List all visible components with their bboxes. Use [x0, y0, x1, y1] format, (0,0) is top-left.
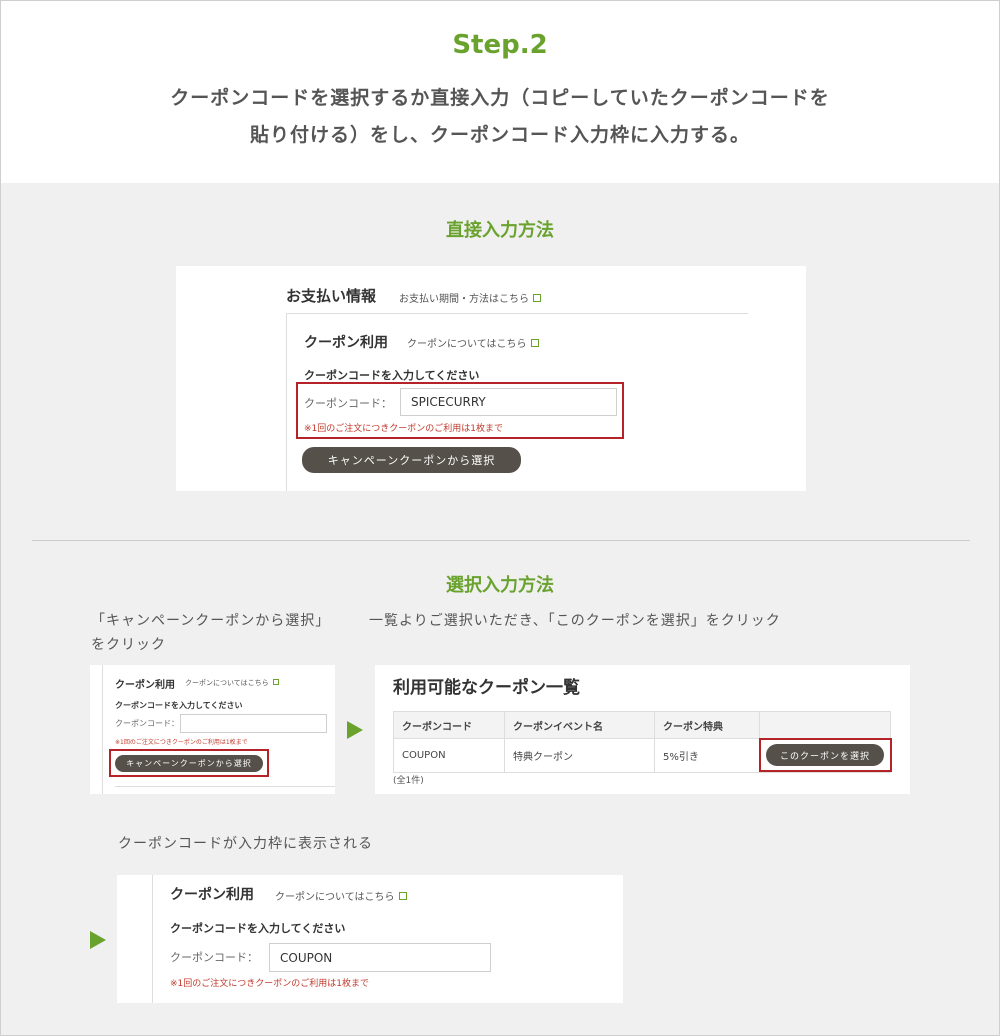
small-coupon-title: クーポン利用 — [115, 680, 175, 691]
coupon-select-panel: クーポン利用 クーポンについてはこちら クーポンコードを入力してください クーポ… — [90, 665, 335, 794]
result-field-label: クーポンコード： — [170, 951, 258, 964]
caption-right: 一覧よりご選択いただき、「このクーポンを選択」をクリック — [369, 613, 781, 629]
campaign-coupon-button[interactable]: キャンペーンクーポンから選択 — [302, 447, 521, 473]
coupon-count: (全1件) — [393, 776, 424, 786]
divider — [152, 875, 153, 1003]
coupon-field-label: クーポンコード： — [304, 397, 392, 410]
table-header-row: クーポンコード クーポンイベント名 クーポン特典 — [393, 711, 891, 739]
payment-title: お支払い情報 — [286, 287, 377, 305]
select-method-title: 選択入力方法 — [446, 575, 554, 596]
divider — [286, 313, 748, 314]
small-coupon-link-label: クーポンについてはこちら — [185, 679, 269, 687]
coupon-list-panel: 利用可能なクーポン一覧 クーポンコード クーポンイベント名 クーポン特典 COU… — [375, 665, 910, 794]
result-caption: クーポンコードが入力枠に表示される — [118, 836, 373, 852]
play-arrow-icon — [90, 931, 106, 949]
result-coupon-input[interactable]: COUPON — [269, 943, 491, 972]
small-campaign-button[interactable]: キャンペーンクーポンから選択 — [115, 755, 263, 772]
external-link-icon — [533, 294, 541, 302]
result-panel: クーポン利用 クーポンについてはこちら クーポンコードを入力してください クーポ… — [117, 875, 623, 1003]
column-header: クーポンコード — [393, 711, 505, 739]
column-header: クーポンイベント名 — [504, 711, 655, 739]
caption-left-line-1: 「キャンペーンクーポンから選択」 — [91, 613, 331, 629]
caption-left-line-2: をクリック — [91, 637, 166, 653]
result-prompt: クーポンコードを入力してください — [170, 922, 346, 935]
coupon-limit-note: ※1回のご注文につきクーポンのご利用は1枚まで — [304, 424, 503, 434]
coupon-prompt: クーポンコードを入力してください — [304, 369, 480, 382]
play-arrow-icon — [347, 721, 363, 739]
payment-link-label: お支払い期間・方法はこちら — [399, 294, 529, 305]
external-link-icon — [272, 679, 279, 685]
step-header: Step.2 クーポンコードを選択するか直接入力（コピーしていたクーポンコードを… — [1, 1, 999, 183]
column-header — [759, 711, 891, 739]
step-title: Step.2 — [452, 30, 548, 60]
coupon-info-link-label: クーポンについてはこちら — [407, 339, 527, 350]
coupon-event-cell: 特典クーポン — [504, 738, 655, 773]
intro-line-1: クーポンコードを選択するか直接入力（コピーしていたクーポンコードを — [170, 87, 830, 109]
coupon-benefit-cell: 5%引き — [654, 738, 760, 773]
result-limit-note: ※1回のご注文につきクーポンのご利用は1枚まで — [170, 979, 369, 989]
direct-input-panel: お支払い情報 お支払い期間・方法はこちら クーポン利用 クーポンについてはこちら… — [176, 266, 806, 491]
select-this-coupon-button[interactable]: このクーポンを選択 — [766, 744, 884, 766]
coupon-code-cell: COUPON — [393, 738, 505, 773]
caption-left: 「キャンペーンクーポンから選択」 をクリック — [91, 609, 330, 657]
column-header: クーポン特典 — [654, 711, 760, 739]
small-coupon-prompt: クーポンコードを入力してください — [115, 701, 243, 710]
result-coupon-link-label: クーポンについてはこちら — [275, 892, 395, 903]
small-limit-note: ※1回のご注文につきクーポンのご利用は1枚まで — [115, 739, 248, 746]
intro-line-2: 貼り付ける）をし、クーポンコード入力枠に入力する。 — [249, 124, 750, 146]
coupon-code-input[interactable]: SPICECURRY — [400, 388, 617, 416]
small-field-label: クーポンコード： — [115, 719, 179, 728]
external-link-icon — [530, 339, 539, 347]
external-link-icon — [398, 892, 407, 900]
coupon-info-link[interactable]: クーポンについてはこちら — [407, 335, 539, 350]
coupon-title: クーポン利用 — [304, 335, 388, 351]
small-coupon-input[interactable] — [180, 714, 327, 733]
coupon-list-title: 利用可能なクーポン一覧 — [393, 678, 580, 698]
payment-link[interactable]: お支払い期間・方法はこちら — [399, 290, 541, 305]
section-divider — [32, 540, 970, 541]
result-coupon-title: クーポン利用 — [170, 887, 254, 903]
divider — [102, 665, 103, 794]
result-coupon-link[interactable]: クーポンについてはこちら — [275, 888, 407, 903]
divider — [286, 313, 287, 491]
small-coupon-link[interactable]: クーポンについてはこちら — [185, 678, 279, 688]
divider — [115, 786, 335, 787]
direct-method-title: 直接入力方法 — [446, 220, 554, 241]
